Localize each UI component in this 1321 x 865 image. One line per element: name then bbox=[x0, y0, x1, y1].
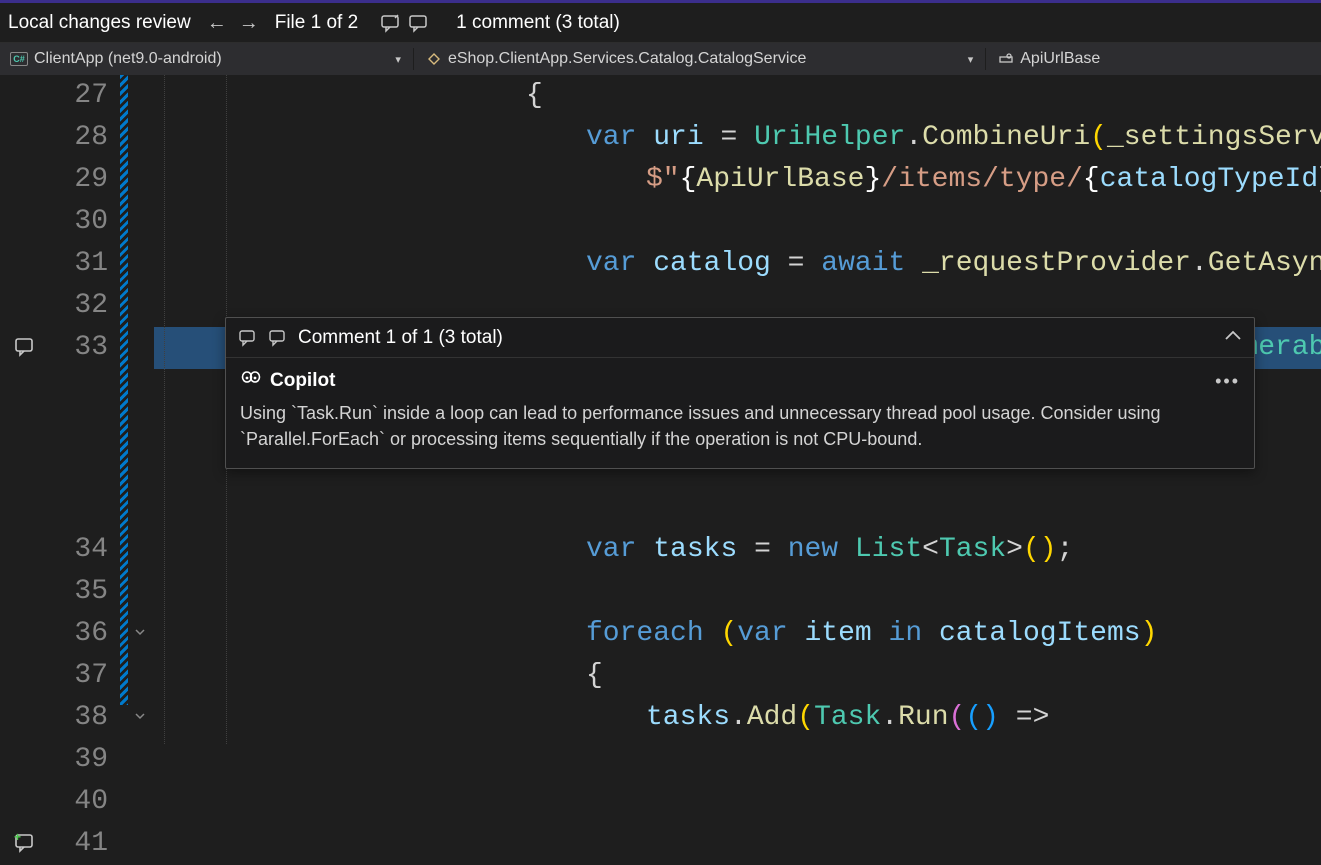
breadcrumb-bar: C# ClientApp (net9.0-android) ▾ eShop.Cl… bbox=[0, 43, 1321, 75]
comment-body-text: Using `Task.Run` inside a loop can lead … bbox=[240, 400, 1240, 452]
fold-chevron-icon[interactable] bbox=[134, 625, 146, 643]
line-number-column: 272829303132333435363738394041 bbox=[50, 75, 120, 744]
class-icon bbox=[426, 51, 442, 67]
line-number: 38 bbox=[50, 697, 108, 739]
code-line[interactable]: tasks.Add(Task.Run(() => bbox=[154, 697, 1321, 739]
code-line[interactable]: var catalog = await _requestProvider.Get… bbox=[154, 243, 1321, 285]
comment-nav-icons bbox=[380, 13, 430, 33]
line-number: 37 bbox=[50, 655, 108, 697]
line-number: 36 bbox=[50, 613, 108, 655]
file-counter: File 1 of 2 bbox=[275, 12, 358, 34]
crumb-namespace[interactable]: eShop.ClientApp.Services.Catalog.Catalog… bbox=[422, 45, 977, 73]
comment-popup-body: Copilot ••• Using `Task.Run` inside a lo… bbox=[226, 358, 1254, 468]
comment-marker-icon[interactable] bbox=[14, 337, 36, 360]
crumb-project-label: ClientApp (net9.0-android) bbox=[34, 50, 222, 68]
comment-popup-header: Comment 1 of 1 (3 total) bbox=[226, 318, 1254, 358]
editor-area: + 272829303132333435363738394041 {var ur… bbox=[0, 75, 1321, 744]
line-number: 34 bbox=[50, 529, 108, 571]
more-options-button[interactable]: ••• bbox=[1215, 371, 1240, 392]
line-number: 27 bbox=[50, 75, 108, 117]
copilot-icon bbox=[240, 368, 262, 394]
line-number: 39 bbox=[50, 739, 108, 781]
collapse-button[interactable] bbox=[1224, 326, 1242, 349]
comment-counter: 1 comment (3 total) bbox=[456, 12, 620, 34]
comment-popup-counter: Comment 1 of 1 (3 total) bbox=[298, 327, 503, 349]
line-number: 33 bbox=[50, 327, 108, 369]
comment-author-name: Copilot bbox=[270, 370, 335, 392]
property-icon bbox=[998, 51, 1014, 67]
line-number: 28 bbox=[50, 117, 108, 159]
line-number: 30 bbox=[50, 201, 108, 243]
code-line[interactable]: var tasks = new List<Task>(); bbox=[154, 529, 1321, 571]
prev-comment-icon[interactable] bbox=[238, 329, 258, 347]
review-title: Local changes review bbox=[8, 12, 191, 34]
prev-file-button[interactable]: ← bbox=[207, 13, 227, 33]
crumb-namespace-label: eShop.ClientApp.Services.Catalog.Catalog… bbox=[448, 50, 806, 68]
line-number: 40 bbox=[50, 781, 108, 823]
crumb-member-label: ApiUrlBase bbox=[1020, 50, 1100, 68]
next-comment-icon[interactable] bbox=[408, 13, 430, 33]
code-line[interactable] bbox=[154, 201, 1321, 243]
csharp-badge-icon: C# bbox=[10, 52, 28, 66]
code-line[interactable]: foreach (var item in catalogItems) bbox=[154, 613, 1321, 655]
next-file-button[interactable]: → bbox=[239, 13, 259, 33]
nav-arrows: ← → bbox=[207, 13, 259, 33]
code-line[interactable]: { bbox=[154, 75, 1321, 117]
line-number: 31 bbox=[50, 243, 108, 285]
comment-author: Copilot bbox=[240, 368, 335, 394]
fold-chevron-icon[interactable] bbox=[134, 709, 146, 727]
add-comment-icon[interactable]: + bbox=[14, 833, 36, 856]
crumb-project[interactable]: C# ClientApp (net9.0-android) ▾ bbox=[6, 45, 405, 73]
code-line[interactable] bbox=[154, 571, 1321, 613]
next-comment-icon[interactable] bbox=[268, 329, 288, 347]
line-number: 41 bbox=[50, 823, 108, 865]
line-number: 29 bbox=[50, 159, 108, 201]
code-line[interactable]: { bbox=[154, 739, 1321, 744]
code-line[interactable]: $"{ApiUrlBase}/items/type/{catalogTypeId… bbox=[154, 159, 1321, 201]
glyph-margin: + bbox=[0, 75, 50, 744]
svg-text:+: + bbox=[14, 833, 21, 844]
chevron-down-icon: ▾ bbox=[968, 53, 974, 66]
code-line[interactable]: var uri = UriHelper.CombineUri(_settings… bbox=[154, 117, 1321, 159]
line-number: 35 bbox=[50, 571, 108, 613]
review-top-bar: Local changes review ← → File 1 of 2 1 c… bbox=[0, 3, 1321, 43]
prev-comment-icon[interactable] bbox=[380, 13, 402, 33]
gutter-column bbox=[120, 75, 154, 744]
comment-popup: Comment 1 of 1 (3 total) Copilot ••• Usi… bbox=[225, 317, 1255, 469]
chevron-down-icon: ▾ bbox=[395, 53, 401, 66]
crumb-member[interactable]: ApiUrlBase bbox=[994, 45, 1315, 73]
code-line[interactable]: { bbox=[154, 655, 1321, 697]
line-number: 32 bbox=[50, 285, 108, 327]
